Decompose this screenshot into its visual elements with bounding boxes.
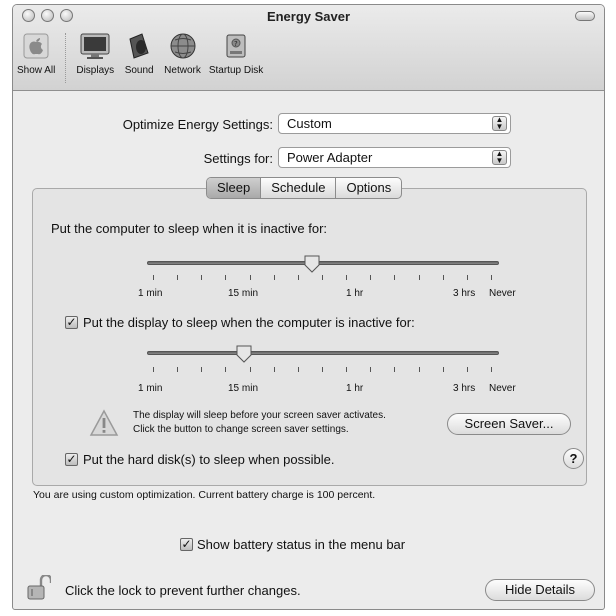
tab-schedule[interactable]: Schedule xyxy=(261,178,337,198)
disk-icon: ? xyxy=(219,29,253,63)
slider-tick xyxy=(442,367,444,372)
slider-tick xyxy=(418,275,420,280)
scale-label-never: Never xyxy=(489,383,516,394)
slider-tick xyxy=(370,367,372,372)
hard-disk-sleep-checkbox[interactable]: ✓ xyxy=(65,453,78,466)
optimize-popup[interactable]: Custom ▲ ▼ xyxy=(278,113,511,134)
display-sleep-slider-thumb[interactable] xyxy=(236,345,252,363)
window-title: Energy Saver xyxy=(266,9,351,24)
slider-tick xyxy=(466,275,468,280)
display-sleep-checkbox[interactable]: ✓ xyxy=(65,316,78,329)
display-sleep-label: Put the display to sleep when the comput… xyxy=(83,315,415,330)
warning-line-1: The display will sleep before your scree… xyxy=(133,410,386,421)
computer-sleep-slider-thumb[interactable] xyxy=(304,255,320,273)
scale-label-3hrs: 3 hrs xyxy=(453,288,476,299)
hide-details-button[interactable]: Hide Details xyxy=(485,579,595,601)
apple-icon xyxy=(19,29,53,63)
screen-saver-button[interactable]: Screen Saver... xyxy=(447,413,571,435)
slider-tick xyxy=(273,275,275,280)
toolbar-label: Displays xyxy=(76,65,115,76)
scale-label-1hr: 1 hr xyxy=(346,288,364,299)
lock-icon[interactable] xyxy=(27,573,53,606)
toolbar-label: Startup Disk xyxy=(208,65,264,76)
hard-disk-sleep-label: Put the hard disk(s) to sleep when possi… xyxy=(83,452,335,467)
slider-tick xyxy=(153,275,154,280)
slider-tick xyxy=(297,367,299,372)
slider-tick xyxy=(442,275,444,280)
slider-tick xyxy=(491,367,492,372)
help-button[interactable]: ? xyxy=(563,448,584,469)
toolbar-separator xyxy=(65,33,67,83)
optimize-value: Custom xyxy=(287,116,332,131)
slider-tick xyxy=(322,367,323,372)
scale-label-1min: 1 min xyxy=(138,288,163,299)
slider-tick xyxy=(346,367,348,372)
computer-sleep-label: Put the computer to sleep when it is ina… xyxy=(51,221,328,236)
toolbar-label: Show All xyxy=(17,65,56,76)
warning-line-2: Click the button to change screen saver … xyxy=(133,424,349,435)
energy-saver-window: Energy Saver Show All Displays Sound Net… xyxy=(12,4,605,610)
toolbar-toggle-button[interactable] xyxy=(575,11,595,21)
toolbar-label: Sound xyxy=(124,65,154,76)
display-icon xyxy=(78,29,112,63)
display-sleep-slider[interactable] xyxy=(147,351,499,355)
slider-tick xyxy=(394,275,396,280)
slider-tick xyxy=(201,367,203,372)
toolbar-displays[interactable]: Displays xyxy=(72,29,118,89)
slider-tick xyxy=(201,275,203,280)
popup-arrows-icon: ▲ ▼ xyxy=(492,150,507,165)
toolbar-label: Network xyxy=(164,65,201,76)
toolbar-sound[interactable]: Sound xyxy=(118,29,160,89)
slider-tick xyxy=(177,367,179,372)
tab-sleep[interactable]: Sleep xyxy=(207,178,262,198)
slider-tick xyxy=(225,367,227,372)
slider-tick xyxy=(370,275,372,280)
scale-label-15min: 15 min xyxy=(228,288,259,299)
slider-tick xyxy=(177,275,179,280)
slider-tick xyxy=(322,275,323,280)
slider-tick xyxy=(418,367,420,372)
window-titlebar: Energy Saver Show All Displays Sound Net… xyxy=(13,5,604,91)
toolbar-show-all[interactable]: Show All xyxy=(13,29,59,89)
slider-tick xyxy=(249,367,251,372)
settings-for-value: Power Adapter xyxy=(287,150,373,165)
preferences-toolbar: Show All Displays Sound Network ? Startu… xyxy=(13,29,267,89)
slider-tick xyxy=(466,367,468,372)
slider-tick xyxy=(346,275,348,280)
optimize-label: Optimize Energy Settings: xyxy=(122,117,273,132)
settings-for-popup[interactable]: Power Adapter ▲ ▼ xyxy=(278,147,511,168)
slider-tick xyxy=(297,275,299,280)
slider-tick xyxy=(491,275,492,280)
optimization-status-text: You are using custom optimization. Curre… xyxy=(33,489,376,501)
scale-label-never: Never xyxy=(489,288,516,299)
settings-for-label: Settings for: xyxy=(203,151,273,166)
slider-tick xyxy=(273,367,275,372)
slider-tick xyxy=(225,275,227,280)
battery-status-label: Show battery status in the menu bar xyxy=(197,537,406,552)
scale-label-1hr: 1 hr xyxy=(346,383,364,394)
computer-sleep-slider[interactable] xyxy=(147,261,499,265)
slider-tick xyxy=(153,367,154,372)
tab-options[interactable]: Options xyxy=(336,178,401,198)
svg-text:?: ? xyxy=(234,40,238,48)
toolbar-network[interactable]: Network xyxy=(160,29,205,89)
speaker-icon xyxy=(122,29,156,63)
scale-label-15min: 15 min xyxy=(228,383,259,394)
battery-status-checkbox[interactable]: ✓ xyxy=(180,538,193,551)
scale-label-1min: 1 min xyxy=(138,383,163,394)
settings-tabs: Sleep Schedule Options xyxy=(206,177,403,199)
lock-status-text: Click the lock to prevent further change… xyxy=(65,583,301,598)
warning-icon xyxy=(89,409,119,442)
toolbar-startup-disk[interactable]: ? Startup Disk xyxy=(205,29,267,89)
scale-label-3hrs: 3 hrs xyxy=(453,383,476,394)
slider-tick xyxy=(249,275,251,280)
popup-arrows-icon: ▲ ▼ xyxy=(492,116,507,131)
globe-icon xyxy=(166,29,200,63)
slider-tick xyxy=(394,367,396,372)
